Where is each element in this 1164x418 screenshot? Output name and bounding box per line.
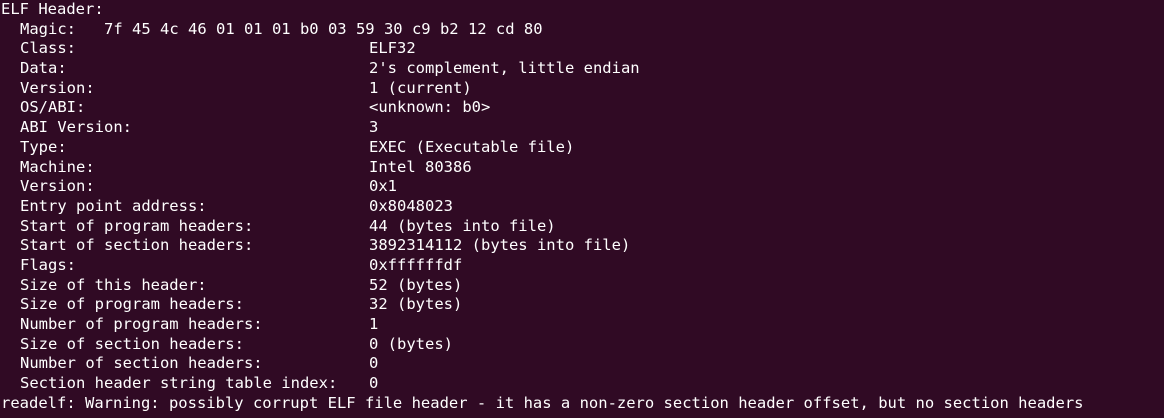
field-name: Type: [20, 137, 67, 156]
field-name: Version: [20, 78, 95, 97]
field-row: Start of section headers: 3892314112 (byt… [1, 236, 1164, 256]
magic-label: Magic: [20, 19, 76, 38]
field-name: ABI Version: [20, 118, 132, 137]
field-value: 52 (bytes) [369, 275, 463, 294]
terminal-window[interactable]: ELF Header: Magic: 7f 45 4c 46 01 01 01 … [0, 0, 1164, 418]
field-row: Version: 0x1 [1, 177, 1164, 197]
field-name: Size of section headers: [20, 334, 244, 353]
field-value: 0xffffffdf [369, 255, 463, 274]
field-row: Flags: 0xffffffdf [1, 256, 1164, 276]
field-row: ABI Version: 3 [1, 118, 1164, 138]
field-value: 3892314112 (bytes into file) [369, 236, 631, 255]
field-row: Version: 1 (current) [1, 79, 1164, 99]
field-value: 3 [369, 118, 379, 137]
field-name: Number of program headers: [20, 315, 263, 333]
field-row: Entry point address: 0x8048023 [1, 197, 1164, 217]
elf-header-title: ELF Header: [1, 0, 104, 18]
field-value: Intel 80386 [369, 157, 472, 176]
field-name: Size of this header: [20, 275, 207, 294]
field-name: Machine: [20, 157, 95, 176]
field-row: Section header string table index: 0 [1, 374, 1164, 394]
field-row: Size of section headers: 0 (bytes) [1, 335, 1164, 355]
field-row: Number of program headers: 1 [1, 315, 1164, 335]
field-name: Data: [20, 59, 67, 78]
field-value: ELF32 [369, 39, 416, 58]
readelf-warning: readelf: Warning: possibly corrupt ELF f… [1, 393, 1084, 412]
field-value: 0x1 [369, 177, 397, 196]
field-name: Start of section headers: [20, 236, 254, 255]
field-row: Size of this header: 52 (bytes) [1, 276, 1164, 296]
field-row: Number of section headers: 0 [1, 354, 1164, 374]
field-name: OS/ABI: [20, 98, 86, 117]
field-name: Size of program headers: [20, 295, 244, 314]
field-value: 0 (bytes) [369, 334, 453, 353]
field-value: 1 (current) [369, 78, 472, 97]
magic-bytes: 7f 45 4c 46 01 01 01 b0 03 59 30 c9 b2 1… [104, 19, 543, 38]
field-value: 44 (bytes into file) [369, 216, 556, 235]
field-value: 0 [369, 374, 379, 393]
field-row: Class: ELF32 [1, 39, 1164, 59]
field-name: Flags: [20, 255, 76, 274]
field-row: Size of program headers: 32 (bytes) [1, 295, 1164, 315]
field-name: Start of program headers: [20, 216, 254, 235]
field-row: Data: 2's complement, little endian [1, 59, 1164, 79]
field-row: Type: EXEC (Executable file) [1, 138, 1164, 158]
field-value: 32 (bytes) [369, 295, 463, 314]
magic-row: Magic: 7f 45 4c 46 01 01 01 b0 03 59 30 … [1, 20, 1164, 40]
field-name: Number of section headers: [20, 354, 263, 373]
field-row: OS/ABI: <unknown: b0> [1, 98, 1164, 118]
field-name: Entry point address: [20, 196, 207, 215]
field-value: <unknown: b0> [369, 98, 491, 117]
field-value: EXEC (Executable file) [369, 137, 575, 156]
field-value: 2's complement, little endian [369, 59, 640, 78]
field-row: Start of program headers: 44 (bytes into … [1, 217, 1164, 237]
field-value: 1 [369, 315, 379, 333]
field-value: 0x8048023 [369, 196, 453, 215]
field-name: Version: [20, 177, 95, 196]
field-name: Class: [20, 39, 76, 58]
field-name: Section header string table index: [20, 374, 338, 393]
field-row: Machine: Intel 80386 [1, 158, 1164, 178]
field-value: 0 [369, 354, 379, 373]
